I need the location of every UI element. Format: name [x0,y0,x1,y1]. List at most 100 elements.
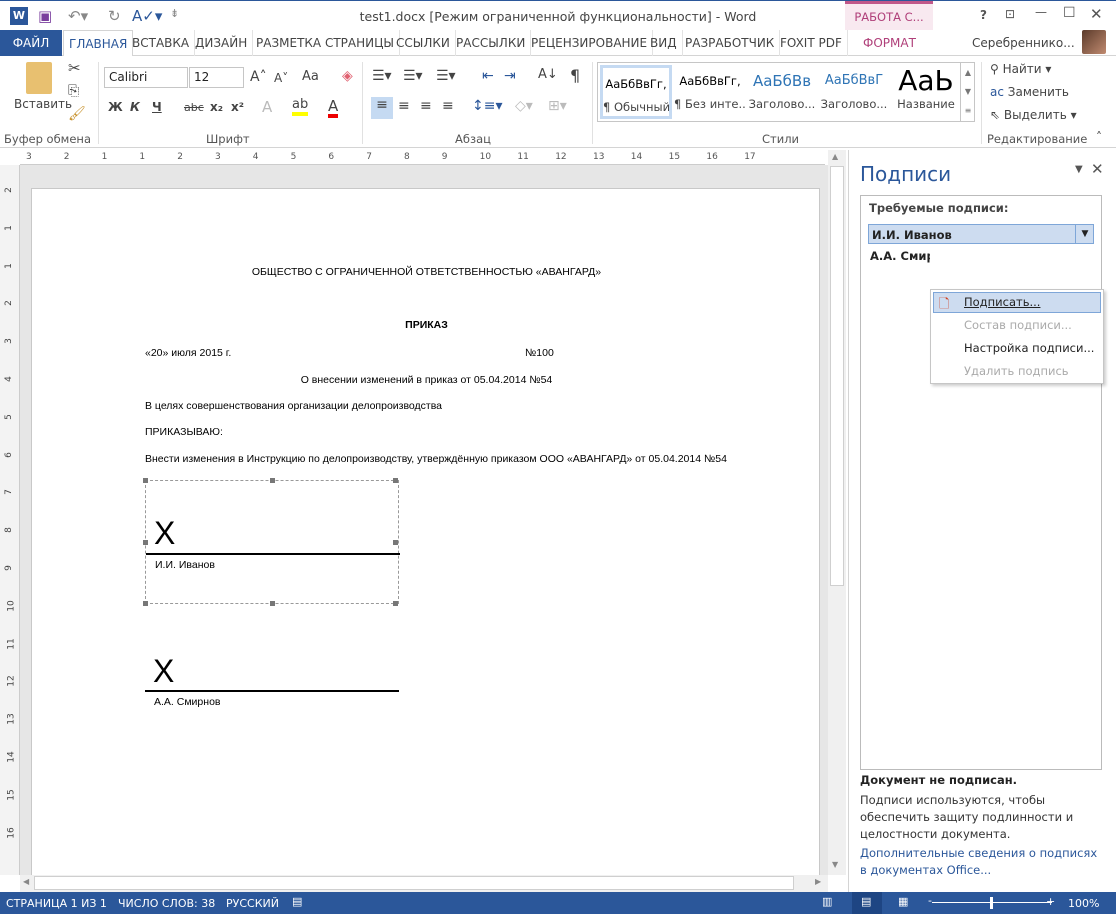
ruler-tick-label: 1 [3,224,14,231]
styles-scroll[interactable]: ▲ ▼ ≡ [960,63,975,121]
show-marks-button[interactable]: ¶ [570,66,580,85]
style-no-spacing[interactable]: АаБбВвГг, ¶ Без инте... [674,65,746,119]
tab-view[interactable]: ВИД [645,30,683,56]
numbering-icon[interactable]: ☰▾ [403,68,423,84]
zoom-level[interactable]: 100% [1068,897,1099,910]
bullets-icon[interactable]: ☰▾ [372,68,392,84]
tab-file[interactable]: ФАЙЛ [0,30,62,56]
close-button[interactable]: ✕ [1090,5,1103,23]
collapse-ribbon-icon[interactable]: ˄ [1096,130,1102,144]
tab-format[interactable]: ФОРМАТ [858,30,921,56]
maximize-button[interactable]: ☐ [1063,5,1076,21]
style-heading1[interactable]: АаБбВв Заголово... [746,65,818,119]
font-color-icon[interactable]: A [328,98,339,118]
tab-developer[interactable]: РАЗРАБОТЧИК [680,30,781,56]
underline-button[interactable]: Ч [152,100,162,114]
decrease-indent-icon[interactable]: ⇤ [482,68,494,84]
more-info-link[interactable]: Дополнительные сведения о подписях в док… [860,845,1105,879]
language[interactable]: РУССКИЙ [226,897,279,910]
tab-home[interactable]: ГЛАВНАЯ [63,30,134,57]
dropdown-arrow-icon[interactable]: ▼ [1075,225,1094,243]
borders-icon[interactable]: ⊞▾ [548,98,567,114]
zoom-out-button[interactable]: - [928,894,932,907]
scroll-thumb[interactable] [34,876,794,890]
justify-icon[interactable]: ≡ [442,98,454,114]
avatar[interactable] [1082,30,1106,54]
vertical-ruler[interactable]: 2 1 1 2 3 4 5 6 7 8 9 10 11 12 13 14 15 16 [0,165,20,875]
signature-item[interactable]: А.А. Смирнов [870,249,930,263]
superscript-button[interactable]: x² [231,100,244,114]
signature-context-menu: 🗋 Подписать... Состав подписи... Настрой… [930,289,1104,384]
ruler-tick-label: 14 [630,152,643,162]
multilevel-list-icon[interactable]: ☰▾ [436,68,456,84]
read-mode-icon[interactable]: ▥ [822,895,832,908]
tab-review[interactable]: РЕЦЕНЗИРОВАНИЕ [526,30,654,56]
line-spacing-icon[interactable]: ↕≡▾ [472,98,503,114]
zoom-slider-thumb[interactable] [990,897,993,909]
subscript-button[interactable]: x₂ [210,100,223,114]
replace-button[interactable]: ac Заменить [990,85,1069,99]
font-name-select[interactable]: Calibri [104,67,188,88]
help-button[interactable]: ? [980,8,987,22]
pane-title: Подписи [860,162,952,186]
clear-format-icon[interactable]: ◈ [342,68,353,84]
ribbon-display-icon[interactable]: ⊡ [1005,7,1015,21]
proofing-icon[interactable]: ▤ [292,895,302,908]
align-left-icon[interactable]: ≡ [371,97,393,119]
font-size-select[interactable]: 12 [189,67,244,88]
style-title[interactable]: АаЬ Название [890,65,962,119]
style-heading2[interactable]: АаБбВвГ Заголово... [818,65,890,119]
select-button[interactable]: ⇖ Выделить ▾ [990,108,1077,122]
vertical-scrollbar[interactable]: ▲ ▼ [828,150,846,875]
italic-button[interactable]: К [130,100,140,114]
find-button[interactable]: ⚲ Найти ▾ [990,62,1051,76]
cut-icon[interactable]: ✂ [68,59,81,77]
page-count[interactable]: СТРАНИЦА 1 ИЗ 1 [6,897,107,910]
paste-button[interactable]: Вставить [14,97,72,111]
highlight-icon[interactable]: ab [292,98,309,116]
ruler-tick-label: 2 [3,187,14,193]
signature-item-selected[interactable]: И.И. Иванов ▼ [868,224,1094,244]
horizontal-ruler[interactable]: 3 2 1 1 2 3 4 5 6 7 8 9 10 11 12 13 14 15 16 17 [20,150,825,165]
tab-foxit[interactable]: FOXIT PDF [775,30,848,56]
print-layout-icon[interactable]: ▤ [861,895,871,908]
style-normal[interactable]: АаБбВвГг, ¶ Обычный [600,65,672,119]
align-right-icon[interactable]: ≡ [420,98,432,114]
tab-references[interactable]: ССЫЛКИ [391,30,456,56]
text-effects-icon[interactable]: A [262,98,272,116]
signature-x-mark: X [154,515,176,551]
shrink-font-icon[interactable]: A˅ [274,71,288,85]
tab-mailings[interactable]: РАССЫЛКИ [451,30,532,56]
sort-icon[interactable]: А↓ [538,67,558,82]
format-painter-icon[interactable]: 🖌 [68,106,86,122]
user-name[interactable]: Серебреннико... [972,36,1075,50]
shading-icon[interactable]: ◇▾ [515,98,533,114]
change-case-button[interactable]: Aa [302,69,319,84]
copy-icon[interactable]: ⎘ [68,83,79,99]
document-page[interactable]: ОБЩЕСТВО С ОГРАНИЧЕННОЙ ОТВЕТСТВЕННОСТЬЮ… [31,188,820,875]
minimize-button[interactable]: — [1035,5,1047,19]
signature-line-1[interactable]: X И.И. Иванов [143,478,400,606]
align-center-icon[interactable]: ≡ [398,98,410,114]
scroll-thumb[interactable] [830,166,844,586]
replace-icon: ac [990,85,1008,99]
grow-font-icon[interactable]: A˄ [250,69,267,85]
web-layout-icon[interactable]: ▦ [898,895,908,908]
strikethrough-button[interactable]: abc [184,101,204,114]
menu-item-sign-label[interactable]: Подписать... [964,295,1040,309]
document-area: ОБЩЕСТВО С ОГРАНИЧЕННОЙ ОТВЕТСТВЕННОСТЬЮ… [20,165,828,875]
horizontal-scrollbar[interactable]: ◀ ▶ [20,875,828,892]
menu-item-details: Состав подписи... [964,318,1072,332]
pane-options-icon[interactable]: ▼ [1075,164,1083,175]
tab-insert[interactable]: ВСТАВКА [127,30,196,56]
word-count[interactable]: ЧИСЛО СЛОВ: 38 [118,897,215,910]
bold-button[interactable]: Ж [108,100,123,114]
increase-indent-icon[interactable]: ⇥ [504,68,516,84]
tab-layout[interactable]: РАЗМЕТКА СТРАНИЦЫ [251,30,401,56]
menu-item-setup[interactable]: Настройка подписи... [964,341,1094,355]
paste-icon[interactable] [26,62,52,94]
tab-design[interactable]: ДИЗАЙН [190,30,254,56]
pane-close-button[interactable]: ✕ [1091,160,1104,178]
zoom-in-button[interactable]: + [1046,895,1055,908]
signature-line-2[interactable]: X А.А. Смирнов [145,649,399,719]
